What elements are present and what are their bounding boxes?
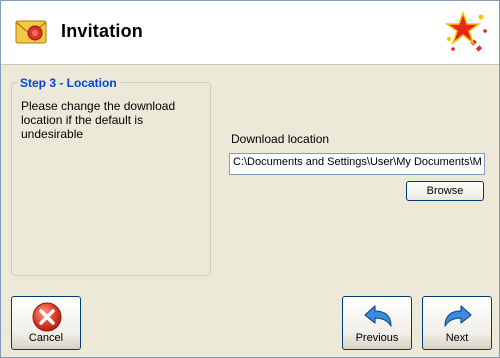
step-title: Step 3 - Location bbox=[18, 76, 119, 90]
cancel-button[interactable]: Cancel bbox=[11, 296, 81, 350]
previous-button[interactable]: Previous bbox=[342, 296, 412, 350]
cancel-icon bbox=[32, 302, 62, 332]
next-button[interactable]: Next bbox=[422, 296, 492, 350]
next-label: Next bbox=[445, 332, 469, 344]
header: Invitation bbox=[1, 1, 499, 65]
step-description: Please change the download location if t… bbox=[21, 99, 176, 141]
download-location-field[interactable]: C:\Documents and Settings\User\My Docume… bbox=[229, 153, 485, 175]
forward-arrow-icon bbox=[444, 305, 472, 327]
wizard-window: Invitation Step 3 - Location Please chan… bbox=[0, 0, 500, 358]
back-arrow-icon bbox=[364, 305, 392, 327]
cancel-label: Cancel bbox=[28, 332, 64, 344]
download-location-label: Download location bbox=[231, 132, 330, 146]
magic-star-wand-icon bbox=[444, 10, 487, 55]
step-panel: Step 3 - Location Please change the down… bbox=[11, 76, 211, 276]
page-title: Invitation bbox=[61, 21, 143, 41]
previous-label: Previous bbox=[355, 332, 399, 344]
envelope-seal-icon bbox=[15, 20, 47, 44]
browse-button[interactable]: Browse bbox=[406, 181, 484, 201]
